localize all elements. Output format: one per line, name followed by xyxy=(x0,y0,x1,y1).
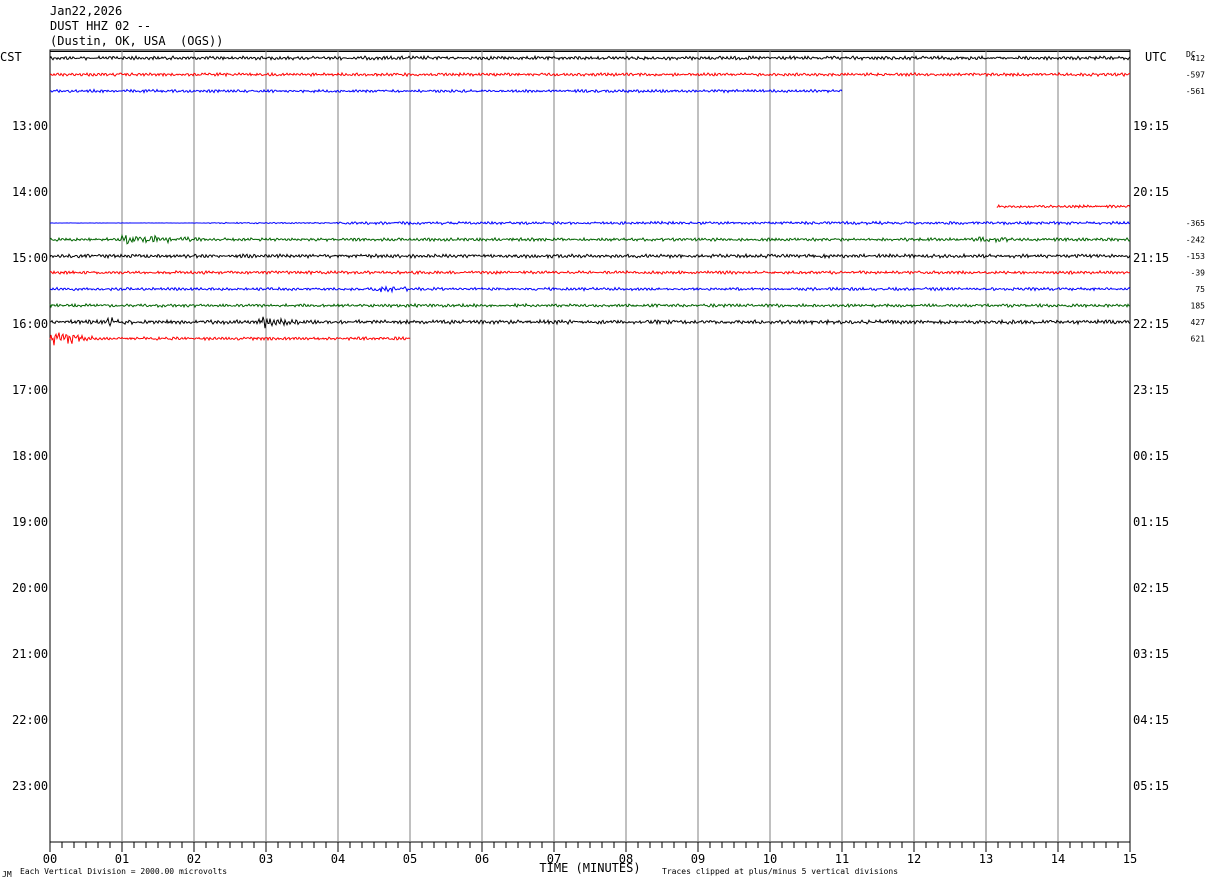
seismic-trace xyxy=(49,220,1131,226)
cst-hour-label: 18:00 xyxy=(12,449,48,463)
seismic-trace xyxy=(49,252,1131,260)
x-tick-label: 12 xyxy=(907,852,921,866)
utc-hour-label: 23:15 xyxy=(1133,383,1169,397)
dc-offset-value: 621 xyxy=(1191,335,1206,344)
cst-hour-label: 17:00 xyxy=(12,383,48,397)
cst-hour-label: 13:00 xyxy=(12,119,48,133)
seismic-trace xyxy=(49,316,1131,329)
clip-note: Traces clipped at plus/minus 5 vertical … xyxy=(662,867,898,876)
dc-offset-value: -561 xyxy=(1186,87,1205,96)
dc-offset-value: -597 xyxy=(1186,71,1205,80)
dc-offset-value: -153 xyxy=(1186,252,1205,261)
utc-hour-label: 05:15 xyxy=(1133,779,1169,793)
dc-offset-value: -365 xyxy=(1186,219,1205,228)
x-tick-label: 13 xyxy=(979,852,993,866)
x-tick-label: 04 xyxy=(331,852,345,866)
utc-hour-label: 21:15 xyxy=(1133,251,1169,265)
utc-hour-label: 02:15 xyxy=(1133,581,1169,595)
left-timezone-label: CST xyxy=(0,50,22,64)
seismic-trace xyxy=(49,54,1131,62)
utc-hour-label: 20:15 xyxy=(1133,185,1169,199)
plot-frame xyxy=(49,49,1131,843)
x-tick-label: 10 xyxy=(763,852,777,866)
x-tick-label: 02 xyxy=(187,852,201,866)
x-axis-title: TIME (MINUTES) xyxy=(539,861,640,875)
seismic-trace xyxy=(49,71,1131,78)
scale-note: Each Vertical Division = 2000.00 microvo… xyxy=(20,867,227,876)
dc-offset-value: -242 xyxy=(1186,236,1205,245)
dc-offset-value: 75 xyxy=(1195,285,1205,294)
utc-hour-label: 00:15 xyxy=(1133,449,1169,463)
dc-offset-value: 427 xyxy=(1191,318,1206,327)
cst-hour-label: 14:00 xyxy=(12,185,48,199)
cst-hour-label: 16:00 xyxy=(12,317,48,331)
x-tick-label: 01 xyxy=(115,852,129,866)
corner-mark: JM xyxy=(2,870,12,879)
right-timezone-label: UTC xyxy=(1145,50,1167,64)
cst-hour-label: 23:00 xyxy=(12,779,48,793)
cst-hour-label: 21:00 xyxy=(12,647,48,661)
utc-hour-label: 04:15 xyxy=(1133,713,1169,727)
dc-offset-value: -39 xyxy=(1191,269,1206,278)
cst-hour-label: 19:00 xyxy=(12,515,48,529)
seismogram-chart: 00 01 02 03 04 05 06 07 08 09 10 11 12 13 14 15CST UTC DC… xyxy=(0,49,1206,879)
cst-hour-label: 15:00 xyxy=(12,251,48,265)
cst-hour-label: 20:00 xyxy=(12,581,48,595)
dc-offset-value: 412 xyxy=(1191,54,1206,63)
utc-hour-label: 01:15 xyxy=(1133,515,1169,529)
seismic-trace xyxy=(49,269,1131,276)
x-tick-label: 03 xyxy=(259,852,273,866)
seismic-trace xyxy=(49,88,843,94)
seismic-trace xyxy=(49,285,1131,294)
x-tick-label: 05 xyxy=(403,852,417,866)
x-tick-label: 11 xyxy=(835,852,849,866)
x-tick-label: 09 xyxy=(691,852,705,866)
utc-hour-label: 19:15 xyxy=(1133,119,1169,133)
seismic-trace xyxy=(996,203,1131,209)
x-tick-label: 06 xyxy=(475,852,489,866)
seismic-trace xyxy=(49,332,411,346)
cst-hour-label: 22:00 xyxy=(12,713,48,727)
dc-offset-value: 185 xyxy=(1191,302,1206,311)
utc-hour-label: 22:15 xyxy=(1133,317,1169,331)
x-tick-label: 14 xyxy=(1051,852,1065,866)
utc-hour-label: 03:15 xyxy=(1133,647,1169,661)
seismic-trace xyxy=(49,233,1131,245)
x-tick-label: 15 xyxy=(1123,852,1137,866)
x-tick-label: 00 xyxy=(43,852,57,866)
seismic-trace xyxy=(49,302,1131,309)
